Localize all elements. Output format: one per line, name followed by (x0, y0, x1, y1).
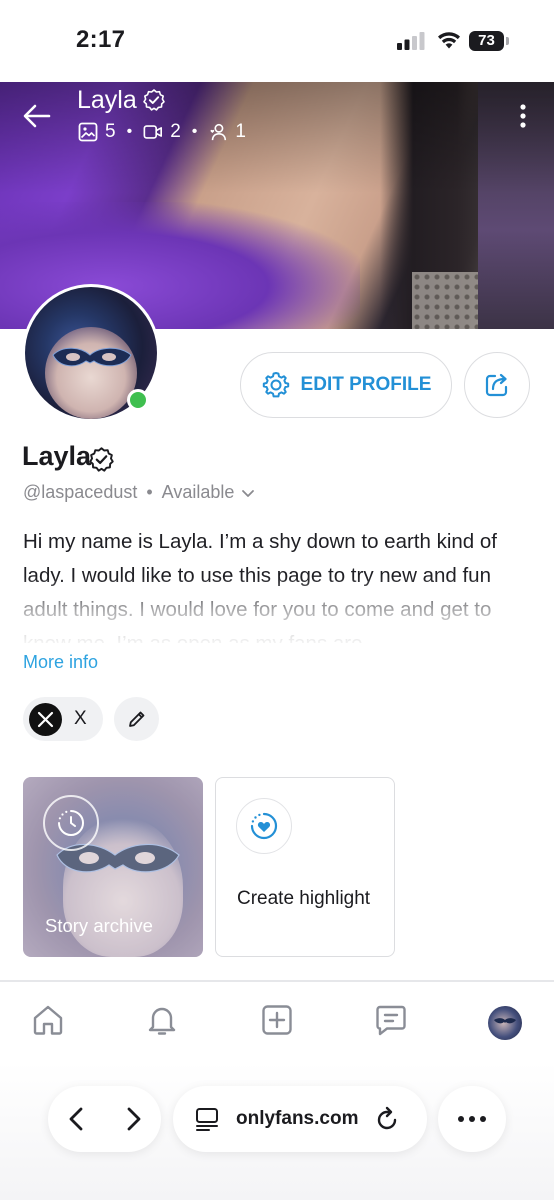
gear-icon (262, 372, 289, 398)
verified-badge-icon (89, 447, 114, 472)
nav-notifications[interactable] (142, 1000, 182, 1040)
url-text[interactable]: onlyfans.com (236, 1108, 358, 1130)
cover-stats: 5 • 2 • 1 (78, 120, 246, 144)
image-icon (78, 122, 98, 142)
create-highlight-card[interactable]: Create highlight (215, 777, 395, 957)
address-bar[interactable]: onlyfans.com (173, 1086, 427, 1152)
edit-profile-button[interactable]: EDIT PROFILE (240, 352, 452, 418)
nav-home[interactable] (28, 1000, 68, 1040)
handle-row: @laspacedust • Available (23, 482, 256, 503)
bell-icon (148, 1007, 176, 1035)
story-archive-card[interactable]: Story archive (23, 777, 203, 957)
status-time: 2:17 (76, 26, 126, 53)
create-highlight-label: Create highlight (237, 888, 371, 909)
status-bar: 2:17 73 (0, 0, 554, 82)
fans-count: 1 (235, 121, 246, 142)
mask-graphic (52, 347, 132, 367)
battery-icon: 73 (469, 31, 511, 51)
verified-badge-icon (143, 89, 165, 111)
story-archive-label: Story archive (45, 915, 153, 936)
clock-icon (43, 795, 99, 851)
chevron-right-icon[interactable] (118, 1104, 148, 1134)
edit-profile-label: EDIT PROFILE (300, 374, 432, 395)
profile-bio: Hi my name is Layla. I’m a shy down to e… (23, 530, 497, 643)
pencil-icon (128, 711, 144, 727)
heart-icon (236, 798, 292, 854)
tabs-icon[interactable] (194, 1106, 220, 1132)
share-icon (485, 373, 508, 397)
online-status-dot (127, 389, 149, 411)
video-icon (143, 125, 163, 139)
social-label: X (74, 708, 87, 729)
social-link-x[interactable]: X (23, 697, 103, 741)
browser-nav-pill (48, 1086, 161, 1152)
handle-separator: • (146, 482, 153, 502)
arrow-left-icon[interactable] (22, 101, 52, 131)
wifi-icon (438, 32, 460, 49)
ellipsis-icon (458, 1116, 486, 1122)
nav-new-post[interactable] (257, 1000, 297, 1040)
cover-name: Layla (77, 86, 137, 114)
bottom-nav (0, 982, 554, 1060)
nav-profile-avatar[interactable] (488, 1006, 522, 1040)
chevron-down-icon[interactable] (240, 485, 256, 501)
fans-icon (210, 123, 227, 141)
videos-count: 2 (170, 121, 181, 142)
edit-social-button[interactable] (114, 697, 159, 741)
plus-square-icon (262, 1005, 292, 1035)
more-vertical-icon[interactable] (510, 101, 536, 131)
browser-menu-button[interactable] (438, 1086, 506, 1152)
home-icon (33, 1005, 63, 1035)
message-icon (376, 1005, 406, 1036)
chevron-left-icon[interactable] (62, 1104, 92, 1134)
x-logo-icon (29, 702, 62, 736)
cellular-signal-icon (397, 32, 425, 50)
availability-dropdown[interactable]: Available (162, 482, 235, 503)
more-info-link[interactable]: More info (23, 652, 98, 673)
battery-level: 73 (469, 31, 504, 51)
browser-toolbar: onlyfans.com (0, 1062, 554, 1200)
nav-messages[interactable] (371, 1000, 411, 1040)
photos-count: 5 (105, 121, 116, 142)
profile-name: Layla (22, 441, 92, 471)
share-button[interactable] (464, 352, 530, 418)
profile-handle: @laspacedust (23, 482, 138, 502)
reload-icon[interactable] (374, 1106, 400, 1132)
